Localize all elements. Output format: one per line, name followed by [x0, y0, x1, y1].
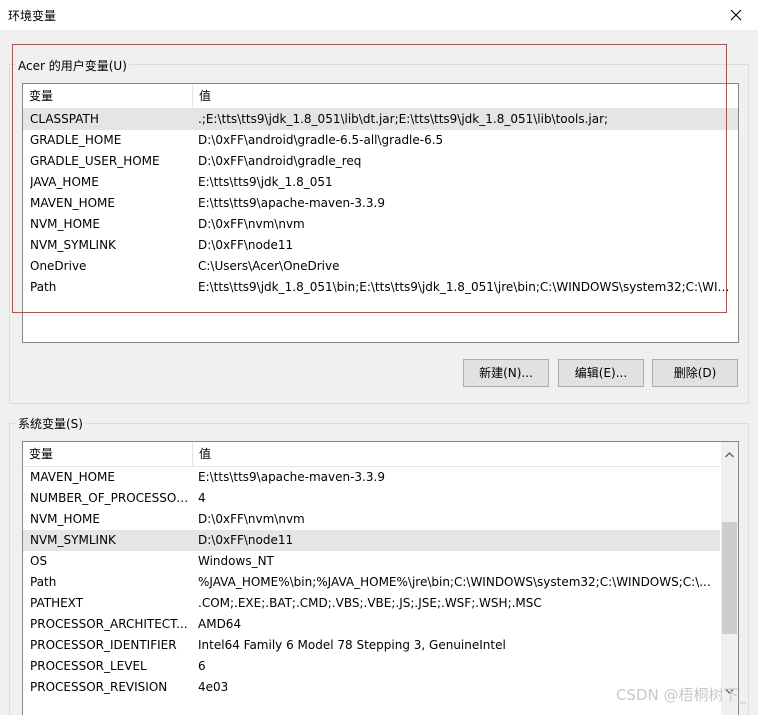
variable-value-cell: C:\Users\Acer\OneDrive	[198, 259, 340, 273]
variable-name-cell: OneDrive	[30, 259, 87, 273]
variable-value-cell: 4	[198, 491, 206, 505]
variable-name-cell: GRADLE_HOME	[30, 133, 122, 147]
scroll-up-arrow[interactable]	[721, 446, 738, 463]
variable-value-cell: Intel64 Family 6 Model 78 Stepping 3, Ge…	[198, 638, 506, 652]
variable-value-cell: AMD64	[198, 617, 242, 631]
table-row[interactable]: PATHEXT .COM;.EXE;.BAT;.CMD;.VBS;.VBE;.JS…	[23, 593, 720, 614]
variable-value-cell: D:\0xFF\nvm\nvm	[198, 512, 305, 526]
variable-value-cell: D:\0xFF\android\gradle-6.5-all\gradle-6.…	[198, 133, 444, 147]
user-vars-list[interactable]: 变量 值 CLASSPATH .;E:\tts\tts9\jdk_1.8_051\…	[22, 83, 739, 343]
table-row[interactable]: PROCESSOR_ARCHITECT... AMD64	[23, 614, 720, 635]
variable-name-cell: PROCESSOR_REVISION	[30, 680, 168, 694]
table-row[interactable]: NVM_HOME D:\0xFF\nvm\nvm	[23, 214, 738, 235]
watermark: CSDN @梧桐树下_	[615, 686, 746, 704]
user-vars-group-label: Acer 的用户变量(U)	[16, 57, 129, 74]
variable-value-cell: E:\tts\tts9\apache-maven-3.3.9	[198, 470, 385, 484]
variable-name-cell: NVM_SYMLINK	[30, 238, 116, 252]
system-vars-group-label: 系统变量(S)	[16, 415, 85, 432]
variable-name-cell: JAVA_HOME	[30, 175, 99, 189]
variable-name-cell: MAVEN_HOME	[30, 196, 115, 210]
system-vars-list-header: 变量 值	[23, 442, 720, 467]
variable-name-cell: GRADLE_USER_HOME	[30, 154, 160, 168]
variable-value-cell: D:\0xFF\node11	[198, 238, 294, 252]
table-row[interactable]: PROCESSOR_IDENTIFIER Intel64 Family 6 Mod…	[23, 635, 720, 656]
variable-name-cell: NUMBER_OF_PROCESSORS	[30, 491, 192, 505]
table-row[interactable]: GRADLE_USER_HOME D:\0xFF\android\gradle_r…	[23, 151, 738, 172]
variable-value-cell: D:\0xFF\android\gradle_req	[198, 154, 362, 168]
variable-value-cell: D:\0xFF\node11	[198, 533, 294, 547]
delete-button[interactable]: 删除(D)	[652, 359, 738, 387]
close-button[interactable]	[714, 0, 758, 30]
variable-value-cell: %JAVA_HOME%\bin;%JAVA_HOME%\jre\bin;C:\W…	[198, 575, 711, 589]
variable-value-cell: .;E:\tts\tts9\jdk_1.8_051\lib\dt.jar;E:\…	[198, 112, 609, 126]
table-row[interactable]: NVM_HOME D:\0xFF\nvm\nvm	[23, 509, 720, 530]
variable-value-cell: E:\tts\tts9\jdk_1.8_051\bin;E:\tts\tts9\…	[198, 280, 733, 294]
table-row[interactable]: CLASSPATH .;E:\tts\tts9\jdk_1.8_051\lib\d…	[23, 109, 738, 130]
table-row[interactable]: NVM_SYMLINK D:\0xFF\node11	[23, 235, 738, 256]
variable-value-cell: E:\tts\tts9\apache-maven-3.3.9	[198, 196, 385, 210]
table-row[interactable]: OneDrive C:\Users\Acer\OneDrive	[23, 256, 738, 277]
variable-name-cell: NVM_SYMLINK	[30, 533, 116, 547]
table-row[interactable]: PROCESSOR_LEVEL 6	[23, 656, 720, 677]
column-header-variable[interactable]: 变量	[23, 442, 53, 467]
new-button[interactable]: 新建(N)...	[463, 359, 549, 387]
variable-value-cell: Windows_NT	[198, 554, 274, 568]
variable-value-cell: D:\0xFF\nvm\nvm	[198, 217, 305, 231]
variable-value-cell: E:\tts\tts9\jdk_1.8_051	[198, 175, 333, 189]
system-vars-scrollbar[interactable]	[721, 442, 738, 715]
close-icon	[730, 9, 742, 21]
column-header-value[interactable]: 值	[193, 84, 211, 109]
title-bar: 环境变量	[0, 0, 758, 30]
table-row[interactable]: JAVA_HOME E:\tts\tts9\jdk_1.8_051	[23, 172, 738, 193]
table-row[interactable]: NUMBER_OF_PROCESSORS 4	[23, 488, 720, 509]
column-header-variable[interactable]: 变量	[23, 84, 53, 109]
table-row[interactable]: MAVEN_HOME E:\tts\tts9\apache-maven-3.3.9	[23, 467, 720, 488]
table-row[interactable]: OS Windows_NT	[23, 551, 720, 572]
table-row[interactable]: NVM_SYMLINK D:\0xFF\node11	[23, 530, 720, 551]
variable-value-cell: .COM;.EXE;.BAT;.CMD;.VBS;.VBE;.JS;.JSE;.…	[198, 596, 542, 610]
column-header-value[interactable]: 值	[193, 442, 211, 467]
variable-value-cell: 6	[198, 659, 206, 673]
variable-name-cell: OS	[30, 554, 48, 568]
user-vars-list-header: 变量 值	[23, 84, 738, 109]
variable-name-cell: Path	[30, 280, 57, 294]
table-row[interactable]: Path %JAVA_HOME%\bin;%JAVA_HOME%\jre\bin;…	[23, 572, 720, 593]
variable-name-cell: PROCESSOR_ARCHITECT...	[30, 617, 188, 631]
variable-name-cell: CLASSPATH	[30, 112, 99, 126]
variable-name-cell: NVM_HOME	[30, 217, 100, 231]
window-title: 环境变量	[8, 9, 57, 23]
system-vars-list[interactable]: 变量 值 MAVEN_HOME E:\tts\tts9\apache-maven-…	[22, 441, 739, 715]
variable-name-cell: PROCESSOR_LEVEL	[30, 659, 147, 673]
variable-name-cell: Path	[30, 575, 57, 589]
edit-button[interactable]: 编辑(E)...	[558, 359, 644, 387]
table-row[interactable]: Path E:\tts\tts9\jdk_1.8_051\bin;E:\tts\t…	[23, 277, 738, 298]
variable-name-cell: MAVEN_HOME	[30, 470, 115, 484]
chevron-up-icon	[725, 451, 734, 457]
variable-name-cell: NVM_HOME	[30, 512, 100, 526]
table-row[interactable]: MAVEN_HOME E:\tts\tts9\apache-maven-3.3.9	[23, 193, 738, 214]
variable-name-cell: PATHEXT	[30, 596, 84, 610]
variable-name-cell: PROCESSOR_IDENTIFIER	[30, 638, 177, 652]
scroll-thumb[interactable]	[722, 522, 737, 634]
table-row[interactable]: GRADLE_HOME D:\0xFF\android\gradle-6.5-al…	[23, 130, 738, 151]
